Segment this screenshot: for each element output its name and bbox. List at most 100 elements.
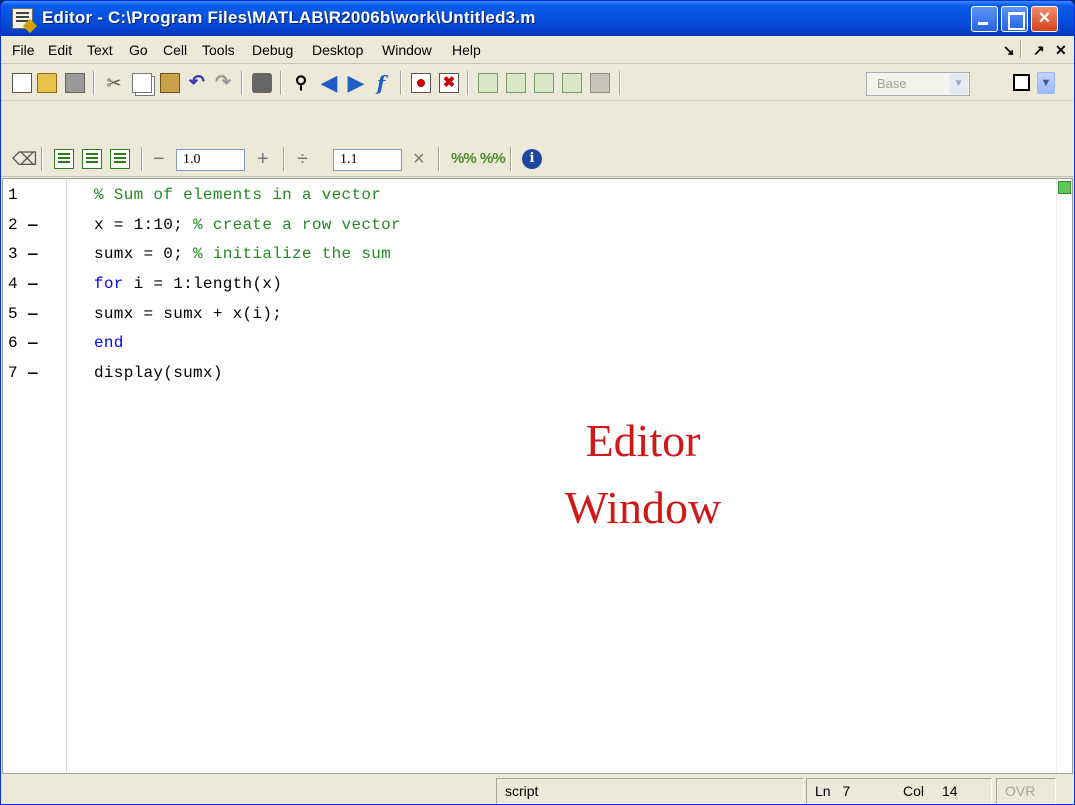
exit-debug-icon[interactable] (590, 73, 610, 93)
line-number: 4 (8, 275, 18, 293)
line-number: 3 (8, 245, 18, 263)
menu-file[interactable]: File (12, 42, 35, 58)
menu-cell[interactable]: Cell (163, 42, 187, 58)
line-gutter: 1 2 — 3 — 4 — 5 — 6 — 7 — (3, 179, 67, 773)
code-keyword: for (94, 275, 124, 293)
dock-icon[interactable]: ↗ (1033, 42, 1045, 59)
vertical-scrollbar[interactable] (1056, 179, 1072, 773)
open-file-icon[interactable] (37, 73, 57, 93)
code-line[interactable]: display(sumx) (94, 364, 223, 382)
code-line[interactable]: sumx = 0; % initialize the sum (94, 245, 391, 263)
breakpoint-marker[interactable]: — (28, 364, 38, 382)
toolbar-separator (467, 71, 468, 95)
line-number: 7 (8, 364, 18, 382)
toolbar-separator (41, 147, 42, 171)
toolbar-separator (141, 147, 142, 171)
maximize-button[interactable] (1001, 6, 1028, 32)
evaluate-cell-advance-icon[interactable] (82, 149, 102, 169)
code-text: display(sumx) (94, 364, 223, 382)
breakpoint-marker[interactable]: — (28, 305, 38, 323)
function-icon[interactable]: f (371, 73, 391, 93)
step-out-icon[interactable] (534, 73, 554, 93)
code-text: sumx = 0; (94, 245, 194, 263)
code-line[interactable]: end (94, 334, 124, 352)
back-arrow-icon[interactable]: ◀ (319, 72, 339, 94)
window-title: Editor - C:\Program Files\MATLAB\R2006b\… (42, 8, 536, 27)
insert-cell-divider-icon[interactable]: %% (451, 149, 477, 169)
find-icon[interactable]: ⚲ (291, 73, 311, 93)
info-icon[interactable]: i (522, 149, 542, 169)
breakpoint-marker[interactable]: — (28, 245, 38, 263)
copy-icon[interactable] (132, 73, 152, 93)
toolbar-separator (510, 147, 511, 171)
code-line[interactable]: % Sum of elements in a vector (94, 186, 381, 204)
toolbar-separator (93, 71, 94, 95)
evaluate-file-icon[interactable] (110, 149, 130, 169)
step-in-icon[interactable] (506, 73, 526, 93)
save-icon[interactable] (65, 73, 85, 93)
evaluate-cell-icon[interactable] (54, 149, 74, 169)
line-value: 7 (842, 783, 851, 799)
code-line[interactable]: for i = 1:length(x) (94, 275, 282, 293)
menu-window[interactable]: Window (382, 42, 432, 58)
menu-debug[interactable]: Debug (252, 42, 293, 58)
eraser-icon[interactable]: ⌫ (12, 149, 37, 169)
menu-tools[interactable]: Tools (202, 42, 235, 58)
continue-icon[interactable] (562, 73, 582, 93)
code-line[interactable]: sumx = sumx + x(i); (94, 305, 282, 323)
cut-icon[interactable]: ✂ (104, 73, 124, 93)
divide-value-field[interactable]: 1.1 (333, 149, 402, 171)
decrement-icon[interactable]: − (153, 148, 165, 171)
column-value: 14 (942, 783, 958, 799)
menu-separator (1020, 40, 1021, 58)
step-icon[interactable] (478, 73, 498, 93)
mlint-status-icon[interactable] (1058, 181, 1071, 194)
toolbar-separator (241, 71, 242, 95)
toolbar-separator (280, 71, 281, 95)
annotation-window: Window (564, 482, 722, 533)
redo-icon[interactable]: ↷ (213, 73, 233, 93)
clear-breakpoints-icon[interactable]: ✖ (439, 73, 459, 93)
toolbar-separator (438, 147, 439, 171)
code-editor[interactable]: 1 2 — 3 — 4 — 5 — 6 — 7 — % Sum of eleme… (2, 178, 1073, 774)
toolbar-separator (400, 71, 401, 95)
print-icon[interactable] (252, 73, 272, 93)
code-comment: % initialize the sum (193, 245, 392, 263)
code-line[interactable]: x = 1:10; % create a row vector (94, 216, 401, 234)
annotation-editor: Editor (585, 415, 701, 466)
chevron-down-icon[interactable]: ▼ (1037, 72, 1055, 94)
multiply-icon[interactable]: × (413, 148, 425, 171)
divide-icon[interactable]: ÷ (297, 148, 308, 171)
line-number: 2 (8, 216, 18, 234)
column-label: Col (903, 783, 925, 799)
paste-icon[interactable] (160, 73, 180, 93)
editor-app-icon[interactable] (12, 8, 33, 29)
main-toolbar: ✂ ↶ ↷ ⚲ ◀ ▶ f ✖ Base ▼ ▼ (1, 65, 1074, 101)
decrement-value-field[interactable]: 1.0 (176, 149, 245, 171)
menu-help[interactable]: Help (452, 42, 481, 58)
code-text: x = 1:10; (94, 216, 194, 234)
undo-icon[interactable]: ↶ (187, 73, 207, 93)
code-comment: % Sum of elements in a vector (94, 186, 382, 204)
close-button[interactable]: × (1031, 6, 1058, 32)
increment-icon[interactable]: + (257, 148, 269, 171)
forward-arrow-icon[interactable]: ▶ (346, 72, 366, 94)
menu-edit[interactable]: Edit (48, 42, 72, 58)
title-bar[interactable]: Editor - C:\Program Files\MATLAB\R2006b\… (1, 1, 1074, 36)
window-layout-icon[interactable] (1013, 74, 1030, 91)
breakpoint-marker[interactable]: — (28, 216, 38, 234)
breakpoint-marker[interactable]: — (28, 275, 38, 293)
breakpoint-marker[interactable]: — (28, 334, 38, 352)
undock-icon[interactable]: ↘ (1003, 42, 1015, 59)
set-breakpoint-icon[interactable] (411, 73, 431, 93)
menu-desktop[interactable]: Desktop (312, 42, 363, 58)
status-bar: script Ln 7 Col 14 OVR (1, 775, 1074, 804)
remove-cell-divider-icon[interactable]: %% (480, 149, 506, 169)
menu-text[interactable]: Text (87, 42, 113, 58)
new-file-icon[interactable] (12, 73, 32, 93)
menu-go[interactable]: Go (129, 42, 148, 58)
close-doc-icon[interactable]: ✕ (1055, 42, 1067, 59)
workspace-stack-combo[interactable]: Base ▼ (866, 72, 970, 96)
chevron-down-icon[interactable]: ▼ (949, 74, 968, 94)
minimize-button[interactable] (971, 6, 998, 32)
